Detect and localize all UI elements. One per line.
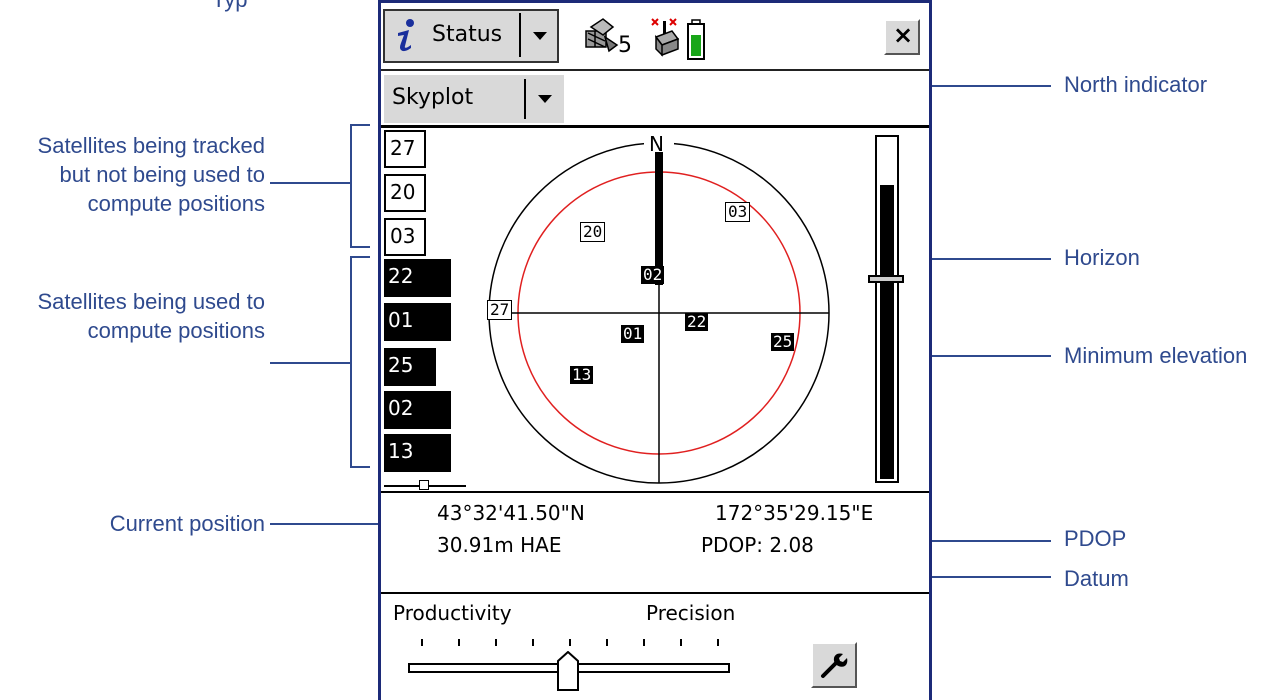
annotation-minimum-elevation: Minimum elevation bbox=[1064, 343, 1248, 368]
annotation-datum: Datum bbox=[1064, 566, 1129, 591]
annotation-current-position: Current position bbox=[109, 511, 265, 536]
antenna-icon[interactable] bbox=[648, 15, 682, 63]
north-indicator: N bbox=[649, 132, 664, 156]
satellite-count: 5 bbox=[618, 33, 632, 58]
slider-thumb[interactable] bbox=[557, 650, 579, 695]
close-button[interactable]: × bbox=[884, 19, 920, 55]
satellite-list-item-unused[interactable]: 03 bbox=[384, 218, 426, 256]
satellite-list-item-unused[interactable]: 20 bbox=[384, 174, 426, 212]
divider bbox=[519, 13, 521, 57]
satellite-list-item-used[interactable]: 25 bbox=[384, 348, 436, 386]
annotation-north-indicator: North indicator bbox=[1064, 72, 1208, 97]
view-select-row: Skyplot bbox=[381, 71, 929, 128]
skyplot-satellite[interactable]: 22 bbox=[685, 313, 709, 331]
elevation-mask-slider[interactable] bbox=[875, 135, 899, 483]
skyplot-satellite[interactable]: 13 bbox=[570, 366, 594, 384]
bracket-cap bbox=[350, 124, 370, 126]
annotation-top-fragment: Typ bbox=[212, 0, 247, 14]
satellite-icon[interactable] bbox=[583, 17, 619, 61]
height-value: 30.91m HAE bbox=[437, 533, 562, 557]
settings-button[interactable] bbox=[811, 642, 857, 688]
view-select-value: Skyplot bbox=[392, 85, 474, 110]
latitude-value: 43°32'41.50"N bbox=[437, 501, 585, 525]
battery-icon[interactable] bbox=[686, 19, 706, 65]
device-screen: Status 5 × Skyplot 27 20 03 22 01 25 02 … bbox=[378, 0, 932, 700]
wrench-icon bbox=[819, 650, 849, 684]
chevron-down-icon bbox=[538, 95, 552, 103]
slider-ticks bbox=[421, 639, 721, 647]
top-bar: Status 5 × bbox=[381, 3, 929, 71]
close-icon: × bbox=[893, 21, 914, 49]
status-menu[interactable]: Status bbox=[383, 9, 559, 63]
divider bbox=[381, 491, 929, 493]
bracket-line bbox=[350, 256, 352, 466]
bracket-line bbox=[350, 124, 352, 247]
chevron-down-icon bbox=[533, 32, 547, 40]
elevation-slider-fill bbox=[880, 185, 894, 479]
divider bbox=[381, 592, 929, 594]
skyplot-canvas bbox=[488, 134, 830, 484]
annotation-pdop: PDOP bbox=[1064, 526, 1127, 551]
bracket-cap bbox=[350, 256, 370, 258]
annotation-horizon: Horizon bbox=[1064, 245, 1140, 270]
skyplot-satellite[interactable]: 01 bbox=[621, 325, 645, 343]
annotation-used: Satellites being used to compute positio… bbox=[37, 289, 266, 343]
screenshot-root: { "annotations": { "top_fragment": "Typ"… bbox=[0, 0, 1268, 700]
skyplot-satellite[interactable]: 20 bbox=[580, 222, 606, 242]
elevation-slider-thumb[interactable] bbox=[868, 275, 904, 283]
satellite-list-item-used[interactable]: 01 bbox=[384, 303, 451, 341]
list-scroll-thumb[interactable] bbox=[419, 480, 429, 490]
productivity-label: Productivity bbox=[393, 601, 512, 625]
precision-label: Precision bbox=[646, 601, 736, 625]
skyplot-satellite[interactable]: 03 bbox=[725, 202, 751, 222]
satellite-list-item-used[interactable]: 22 bbox=[384, 259, 451, 297]
skyplot-satellite[interactable]: 25 bbox=[771, 333, 795, 351]
annotation-tracked-not-used: Satellites being tracked but not being u… bbox=[37, 133, 265, 216]
view-select[interactable]: Skyplot bbox=[384, 75, 564, 123]
status-label: Status bbox=[432, 22, 503, 47]
skyplot: N 20 03 02 27 01 22 25 13 bbox=[484, 130, 834, 490]
longitude-value: 172°35'29.15"E bbox=[715, 501, 874, 525]
skyplot-satellite[interactable]: 02 bbox=[641, 266, 665, 284]
info-icon bbox=[395, 17, 417, 57]
pdop-value: PDOP: 2.08 bbox=[701, 533, 814, 557]
bracket-cap bbox=[350, 246, 370, 248]
bracket-cap bbox=[350, 466, 370, 468]
divider bbox=[524, 79, 526, 119]
callout-line bbox=[270, 362, 350, 364]
satellite-list-item-used[interactable]: 13 bbox=[384, 434, 451, 472]
satellite-list-item-used[interactable]: 02 bbox=[384, 391, 451, 429]
callout-line bbox=[270, 182, 350, 184]
satellite-list-item-unused[interactable]: 27 bbox=[384, 130, 426, 168]
skyplot-satellite[interactable]: 27 bbox=[487, 300, 513, 320]
